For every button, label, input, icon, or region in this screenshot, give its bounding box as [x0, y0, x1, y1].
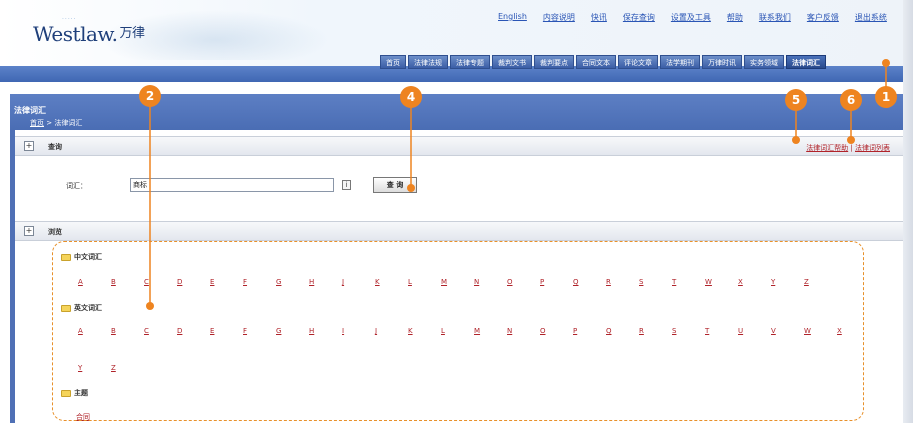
annotation-dot — [146, 302, 154, 310]
annotation-dot — [882, 59, 890, 67]
annotation-badge-1: 1 — [875, 86, 897, 108]
annotation-badge-5: 5 — [785, 89, 807, 111]
annotation-dot — [792, 136, 800, 144]
annotation-badge-4: 4 — [400, 86, 422, 108]
annotation-badge-2: 2 — [139, 85, 161, 107]
annotation-badge-6: 6 — [840, 89, 862, 111]
annotation-dot — [407, 184, 415, 192]
westlaw-page: ····· Westlaw. 万律 English 内容说明 快讯 保存查询 设置及工具帮… — [0, 0, 913, 423]
annotation-lines — [149, 63, 887, 306]
annotation-dot — [847, 136, 855, 144]
